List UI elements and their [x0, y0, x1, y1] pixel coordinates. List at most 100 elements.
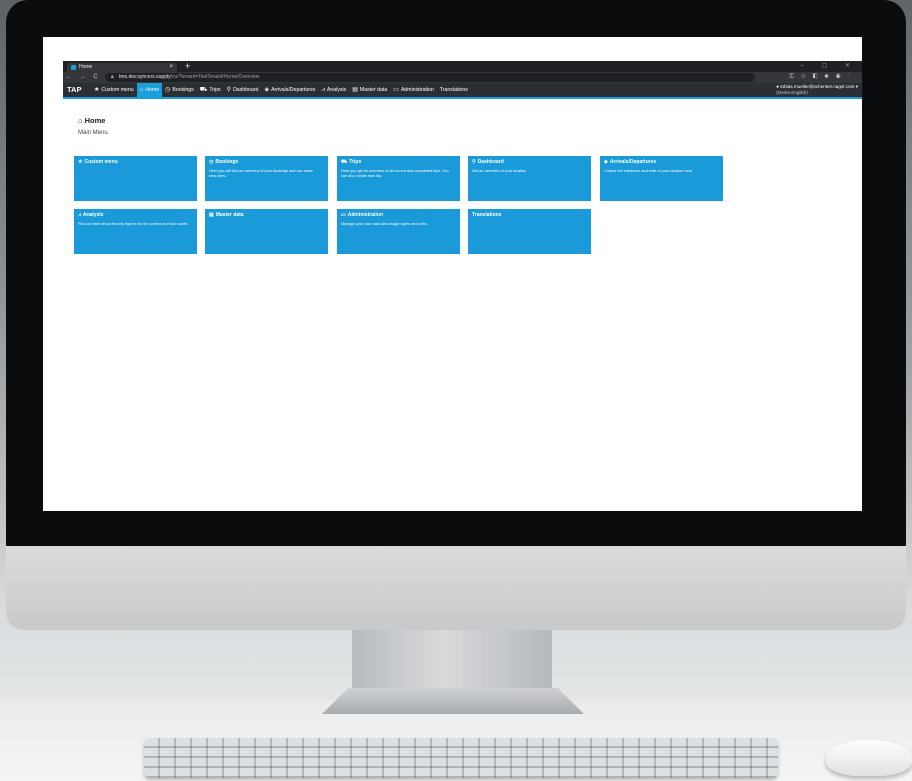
app-brand[interactable]: TAP [67, 83, 81, 97]
tile-title-text: Translations [472, 212, 502, 218]
user-email: tobias.mueller@schenker.nagel.com [780, 84, 855, 89]
home-icon: ⌂ [139, 87, 144, 93]
user-icon: ● [776, 84, 779, 89]
nav-item-custom-menu[interactable]: ★ Custom menu [91, 83, 137, 97]
tile-bookings[interactable]: ◷ Bookings Here you will find an overview … [205, 156, 328, 201]
map-pin-icon: ⚲ [226, 87, 232, 93]
tile-dashboard[interactable]: ⚲ Dashboard Get an overview of your locati… [468, 156, 591, 201]
tile-title: ⚲ Dashboard [472, 159, 504, 165]
nav-item-home[interactable]: ⌂ Home [136, 83, 163, 97]
star-icon: ★ [78, 159, 83, 165]
user-subtitle: (Demo English) [776, 89, 808, 95]
home-icon: ⌂ [78, 116, 83, 125]
page-title: ⌂ Home [78, 116, 105, 125]
monitor-stand [352, 630, 552, 690]
tile-title-text: Dashboard [477, 159, 504, 165]
caret-down-icon: ▾ [855, 84, 858, 89]
chart-icon: ⩘ [78, 212, 81, 218]
tile-title: ◷ Bookings [209, 159, 238, 165]
tile-master-data[interactable]: ▤ Master data [205, 209, 328, 254]
monitor-stand-base [322, 688, 584, 714]
tile-title: ⛟ Trips [341, 159, 361, 166]
nav-item-analysis[interactable]: ⩘ Analysis [318, 83, 349, 97]
tile-title: ⩘ Analysis [78, 212, 103, 218]
browser-tab-home[interactable]: Home × [67, 63, 177, 72]
mouse [826, 740, 912, 776]
monitor-icon: ▭ [341, 212, 346, 218]
tile-title: ▭ Administration [341, 212, 383, 218]
tile-description: Find out here about the key figures for … [78, 222, 189, 226]
nav-item-label: Administration [400, 87, 434, 93]
favicon-icon [71, 65, 76, 70]
nav-item-label: Trips [209, 87, 221, 93]
shield-icon: ◈ [264, 87, 270, 93]
tile-title: ◈ Arrivals/Departures [604, 159, 656, 165]
chart-icon: ⩘ [321, 87, 325, 93]
monitor-chin [6, 546, 906, 630]
tile-title-text: Master data [215, 212, 244, 218]
tile-description: Here you get an overview of all current … [341, 169, 449, 178]
nav-item-bookings[interactable]: ◷ Bookings [162, 83, 197, 97]
tile-title: ▤ Master data [209, 212, 244, 218]
url-path: /cu/?tenant=TestTenant/Home/Overview [170, 74, 260, 80]
nav-item-administration[interactable]: ▭ Administration [390, 83, 437, 97]
browser-titlebar: Home × + – ▢ ✕ [63, 61, 862, 72]
list-icon: ▤ [209, 212, 214, 218]
truck-icon: ⛟ [341, 159, 348, 165]
tile-title-text: Custom menu [84, 159, 118, 165]
tile-title-text: Bookings [215, 159, 239, 165]
tile-title: Translations [472, 212, 501, 218]
tile-trips[interactable]: ⛟ Trips Here you get an overview of all cu… [337, 156, 460, 201]
nav-item-translations[interactable]: Translations [437, 83, 471, 97]
nav-item-label: Custom menu [101, 87, 134, 93]
clock-icon: ◷ [209, 159, 214, 165]
app-navbar: TAP ★ Custom menu ⌂ Home ◷ Bookings ⛟ Trips ⚲ Das… [63, 83, 862, 99]
list-icon: ▤ [352, 87, 358, 93]
keyboard [144, 738, 778, 778]
tile-translations[interactable]: Translations [468, 209, 591, 254]
tile-description: Get an overview of your location [472, 169, 527, 173]
tile-title-text: Trips [349, 159, 362, 165]
monitor-screen: Home × + – ▢ ✕ ← → C 🔒︎ tms.dev.syncers.… [43, 37, 862, 511]
nav-item-label: Dashboard [233, 87, 259, 93]
tile-description: Manage your user data and assign rights … [341, 222, 428, 226]
user-menu[interactable]: ● tobias.mueller@schenker.nagel.com ▾ (D… [776, 84, 858, 95]
tile-title-text: Administration [347, 212, 384, 218]
nav-item-master-data[interactable]: ▤ Master data [349, 83, 390, 97]
lock-icon: 🔒︎ [111, 74, 114, 80]
nav-item-label: Analysis [326, 87, 347, 93]
nav-item-dashboard[interactable]: ⚲ Dashboard [224, 83, 262, 97]
tile-administration[interactable]: ▭ Administration Manage your user data and… [337, 209, 460, 254]
monitor-icon: ▭ [393, 87, 399, 93]
nav-item-label: Bookings [172, 87, 194, 93]
star-icon: ★ [94, 87, 100, 93]
new-tab-button[interactable]: + [185, 61, 190, 72]
tile-analysis[interactable]: ⩘ Analysis Find out here about the key fig… [74, 209, 197, 254]
tile-title: ★ Custom menu [78, 159, 118, 165]
nav-item-arrivals-departures[interactable]: ◈ Arrivals/Departures [261, 83, 318, 97]
nav-item-label: Home [145, 87, 160, 93]
tile-description: Here you will find an overview of your b… [209, 169, 314, 178]
nav-items: ★ Custom menu ⌂ Home ◷ Bookings ⛟ Trips ⚲ Dashboa… [91, 83, 471, 97]
page-title-text: Home [84, 116, 106, 125]
page-subtitle: Main Menu [78, 130, 108, 136]
browser-toolbar-icons[interactable]: ⚿☆◧✱◉⋮ [789, 72, 856, 83]
tab-close-icon[interactable]: × [169, 63, 173, 72]
nav-item-trips[interactable]: ⛟ Trips [197, 83, 224, 97]
browser-nav-buttons[interactable]: ← → C [66, 72, 101, 83]
tile-title-text: Analysis [82, 212, 104, 218]
tab-title: Home [79, 64, 93, 70]
clock-icon: ◷ [165, 87, 171, 93]
browser-toolbar: ← → C 🔒︎ tms.dev.syncers.supply/cu/?tena… [63, 72, 862, 83]
map-pin-icon: ⚲ [472, 159, 476, 165]
nav-item-label: Master data [359, 87, 388, 93]
tile-arrivals-departures[interactable]: ◈ Arrivals/Departures Control the entrance… [600, 156, 723, 201]
nav-item-label: Arrivals/Departures [271, 87, 316, 93]
shield-icon: ◈ [604, 159, 608, 165]
tile-title-text: Arrivals/Departures [609, 159, 657, 165]
address-bar[interactable]: 🔒︎ tms.dev.syncers.supply/cu/?tenant=Tes… [105, 73, 755, 82]
tile-custom-menu[interactable]: ★ Custom menu [74, 156, 197, 201]
tile-description: Control the entrances and exits of your … [604, 169, 694, 173]
window-controls[interactable]: – ▢ ✕ [801, 61, 858, 72]
truck-icon: ⛟ [199, 87, 208, 93]
